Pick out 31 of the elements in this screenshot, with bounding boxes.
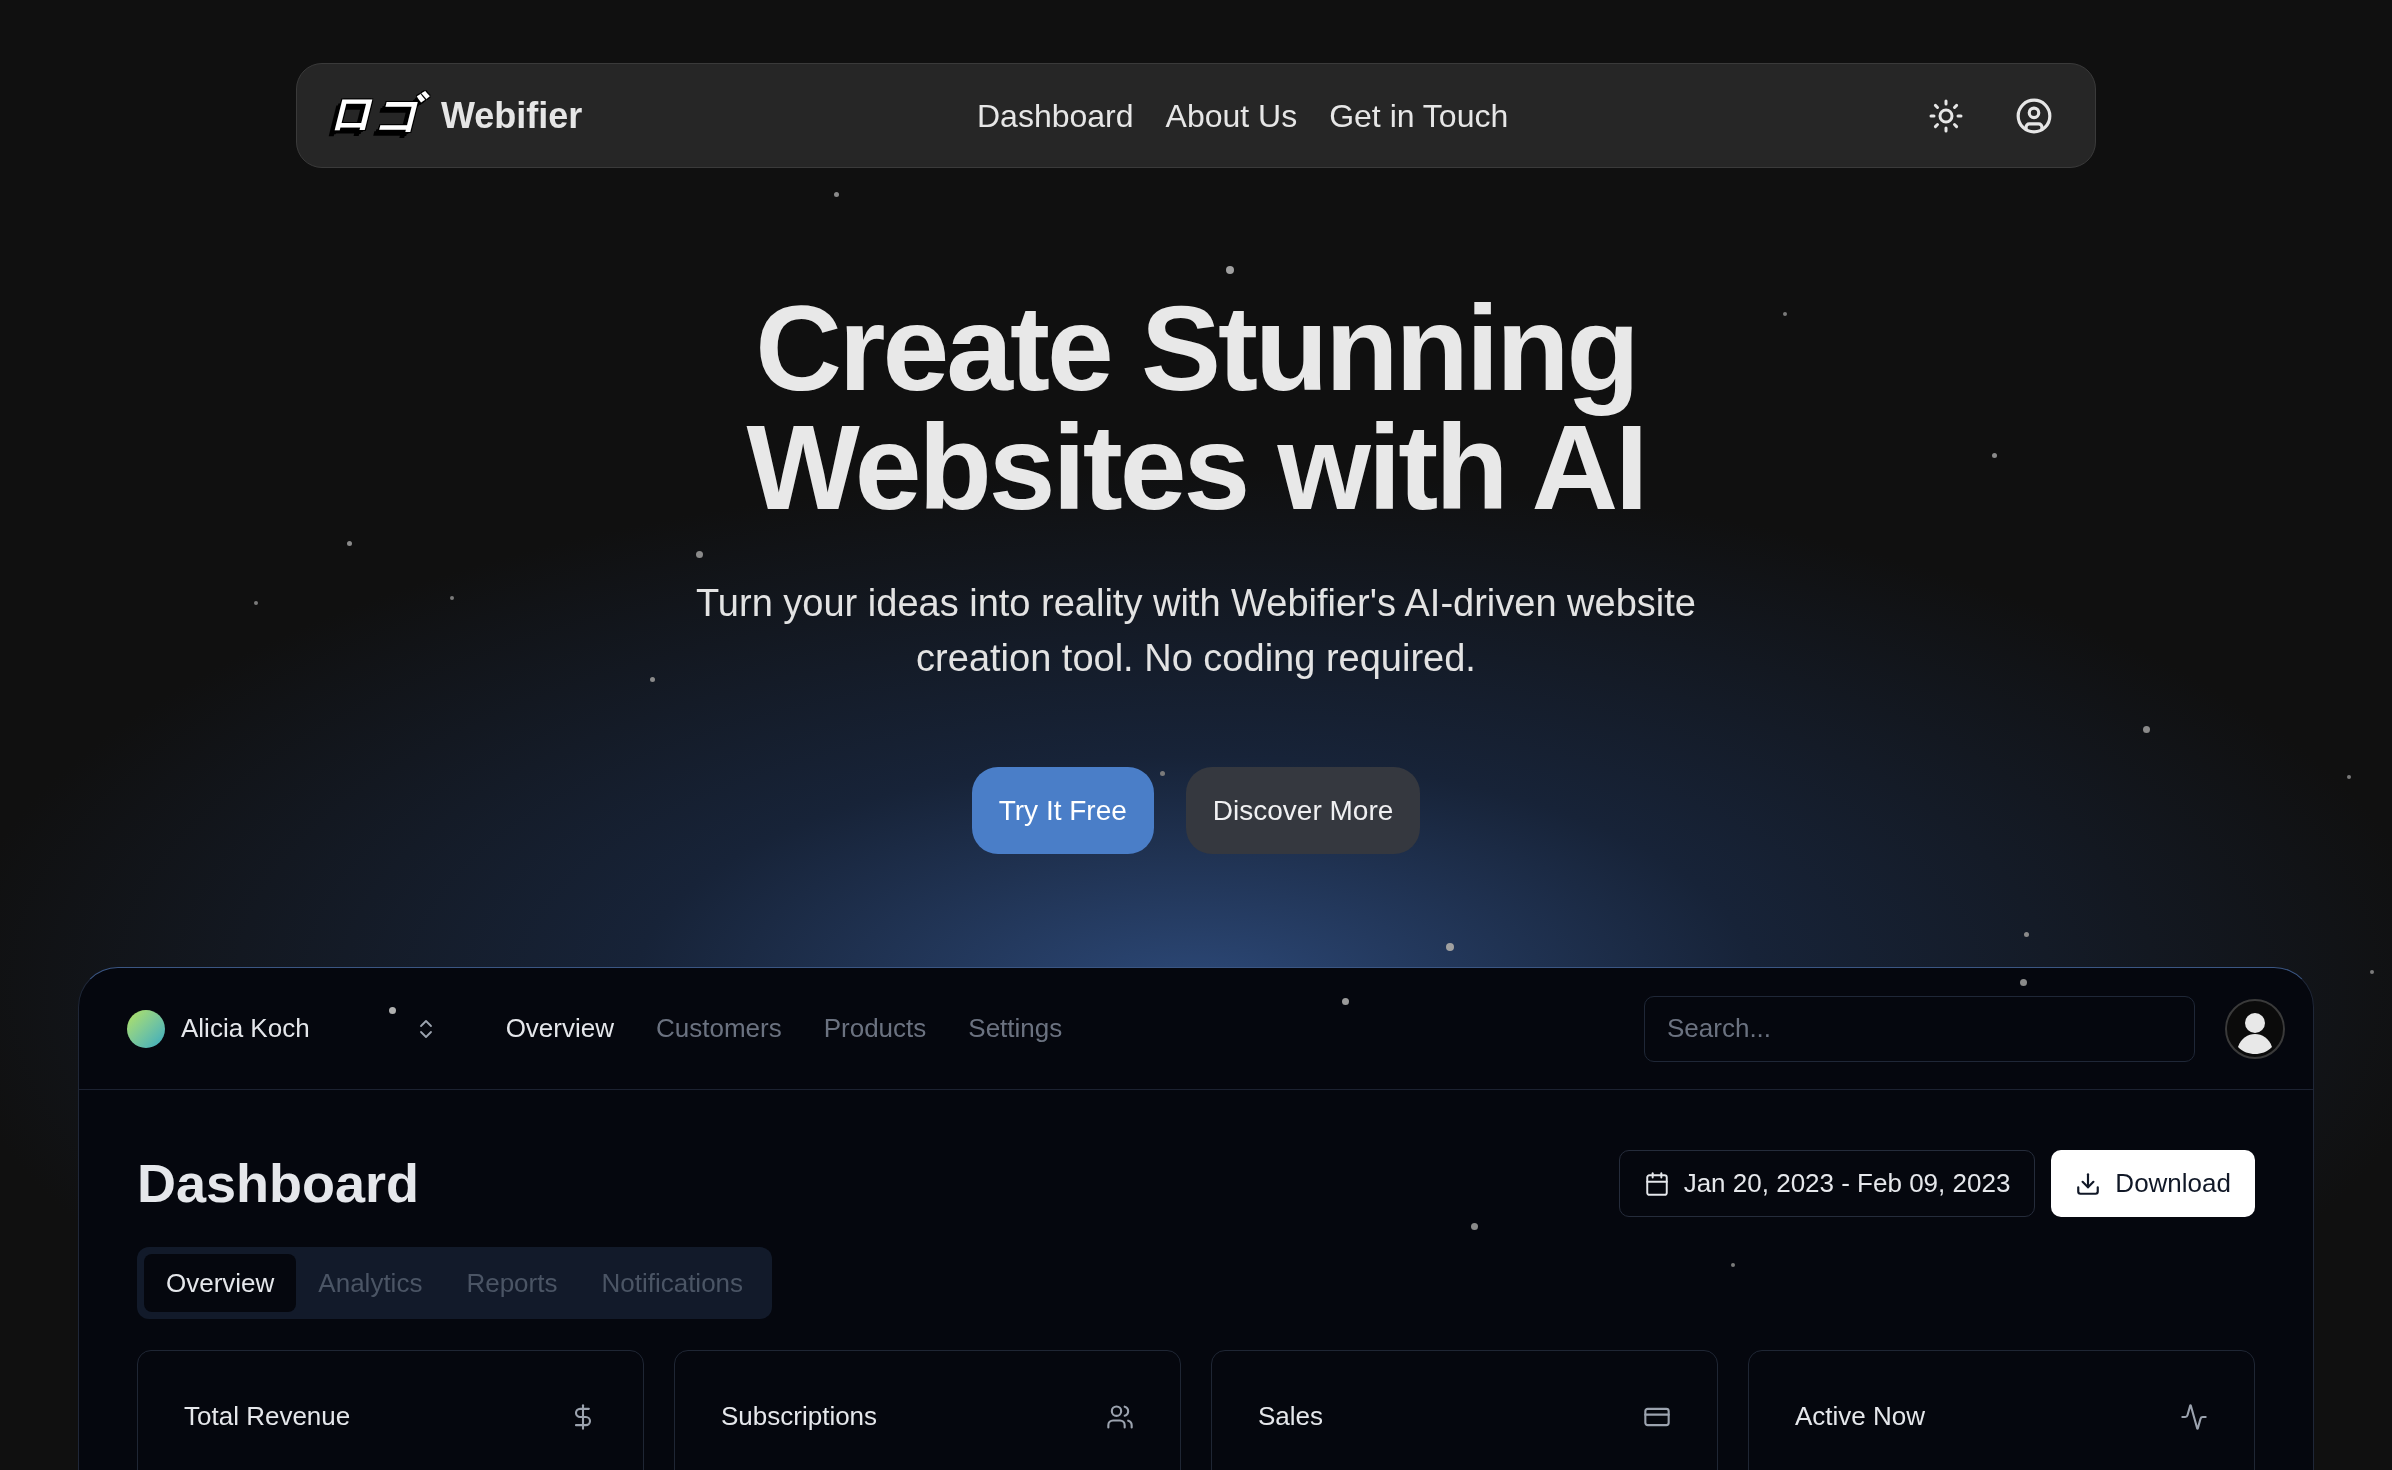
nav-link[interactable]: Dashboard <box>977 91 1134 140</box>
stat-card-title: Sales <box>1258 1400 1324 1433</box>
try-free-button[interactable]: Try It Free <box>971 767 1154 854</box>
date-range-picker[interactable]: Jan 20, 2023 - Feb 09, 2023 <box>1618 1150 2036 1217</box>
nav-link[interactable]: About Us <box>1165 91 1298 140</box>
dashboard-nav-link[interactable]: Overview <box>505 1009 614 1048</box>
dashboard-nav-link[interactable]: Settings <box>968 1009 1063 1048</box>
account-name[interactable]: Alicia Koch <box>181 1009 310 1048</box>
user-circle-icon[interactable] <box>2015 96 2053 135</box>
download-button[interactable]: Download <box>2051 1150 2255 1217</box>
stat-card-title: Total Revenue <box>184 1400 351 1433</box>
stat-card-title: Active Now <box>1795 1400 1926 1433</box>
sun-icon[interactable] <box>1928 97 1964 134</box>
download-icon <box>2075 1170 2102 1197</box>
hero-title: Create Stunning Websites with AI <box>745 289 1647 527</box>
hero-subtitle: Turn your ideas into reality with Webifier's AI-driven website creation tool. No coding required. <box>695 581 1697 681</box>
dashboard-nav-link[interactable]: Products <box>823 1009 927 1048</box>
search-field[interactable]: Search... <box>1644 995 2195 1062</box>
dashboard-title: Dashboard <box>137 1152 420 1215</box>
logo: ロゴ <box>317 84 429 147</box>
stat-card-title: Subscriptions <box>721 1400 878 1433</box>
avatar-icon[interactable] <box>2225 998 2285 1059</box>
account-avatar-icon <box>127 1009 165 1048</box>
dashboard-nav-link[interactable]: Customers <box>656 1009 782 1048</box>
nav-link[interactable]: Get in Touch <box>1329 91 1509 140</box>
brand-name: Webifier <box>441 93 583 138</box>
pulse-icon <box>2180 1402 2208 1431</box>
calendar-icon <box>1643 1170 1670 1197</box>
discover-button[interactable]: Discover More <box>1185 767 1421 854</box>
users-icon <box>1106 1402 1134 1431</box>
tab[interactable]: Overview <box>144 1254 297 1312</box>
